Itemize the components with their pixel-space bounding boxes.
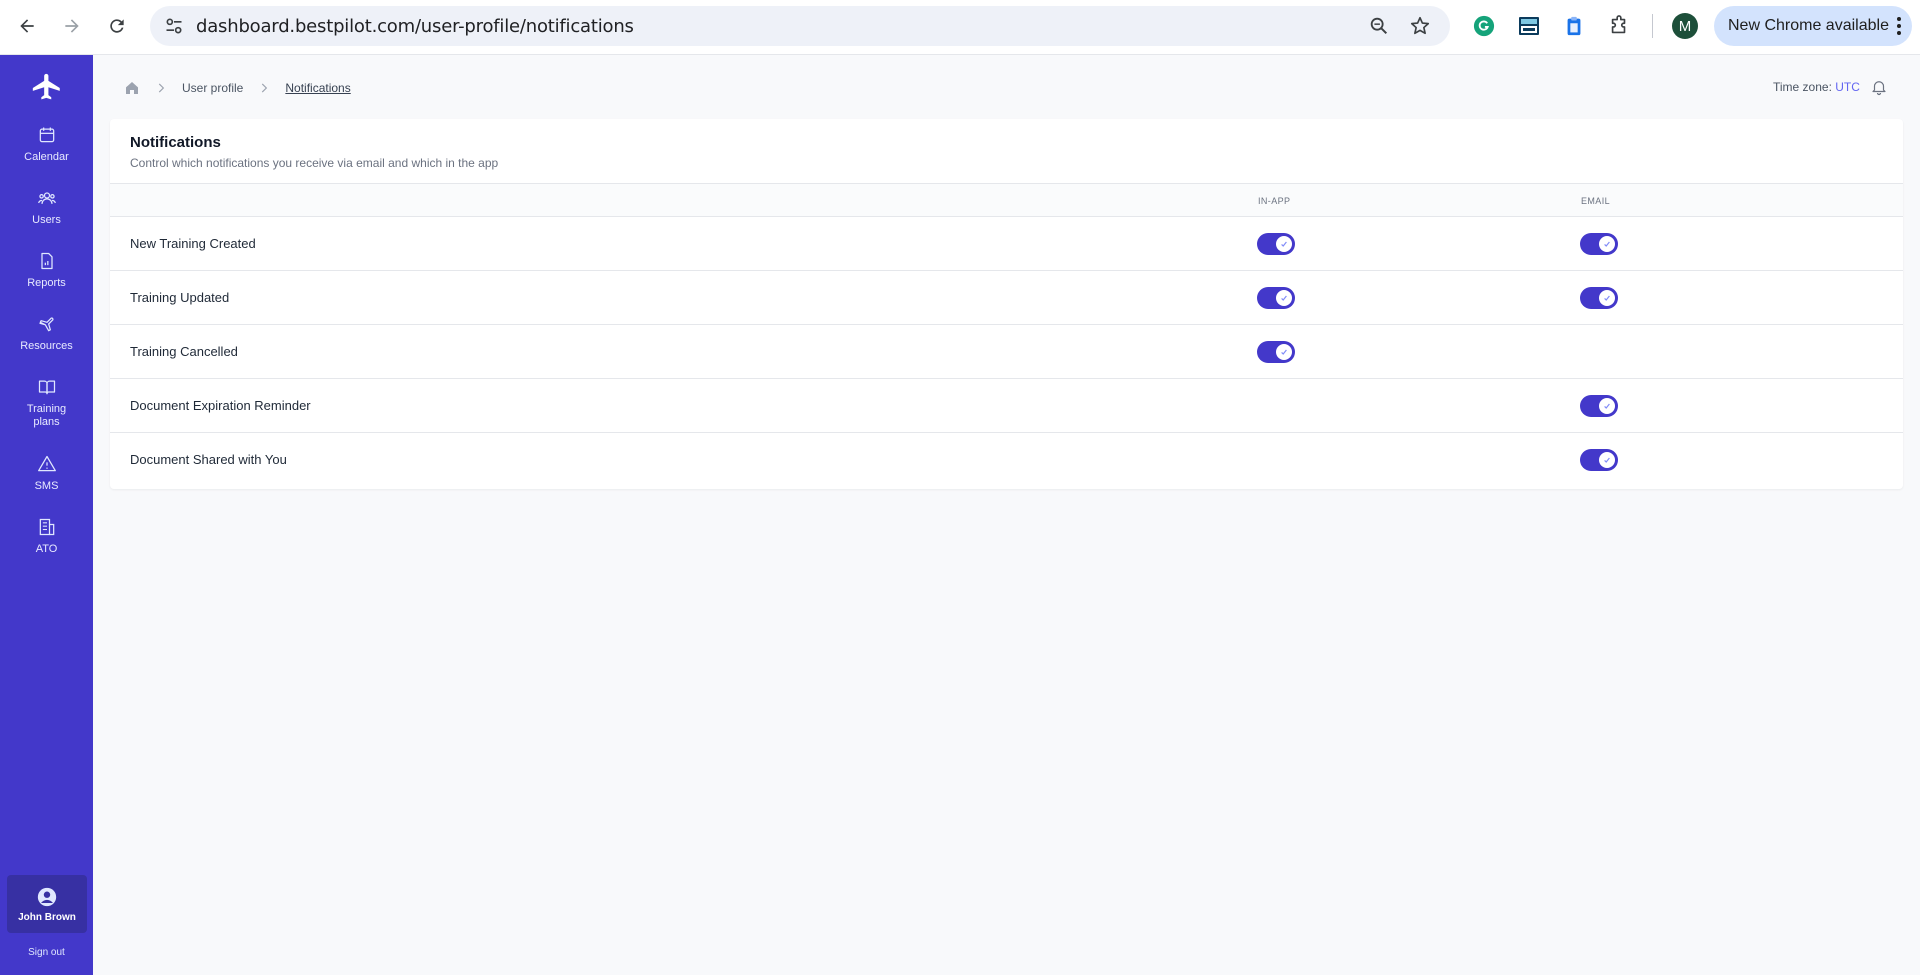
card-title: Notifications [130,134,221,151]
timezone-value[interactable]: UTC [1835,80,1860,94]
breadcrumb: User profile Notifications [124,79,351,97]
building-icon [39,518,54,536]
toggle-inapp-training-cancelled[interactable] [1257,341,1295,363]
sidebar-item-label: Resources [20,340,73,352]
check-icon [1604,457,1610,463]
reload-button[interactable] [103,12,131,40]
toggle-email-new-training-created[interactable] [1580,233,1618,255]
sidebar-item-label: Users [32,214,61,226]
user-avatar-icon [37,887,57,906]
url-text: dashboard.bestpilot.com/user-profile/not… [196,16,634,37]
sidebar-item-label: SMS [34,480,59,492]
sidebar-item-label: ATO [35,543,58,555]
table-row: Document Expiration Reminder [110,378,1903,432]
toggle-knob [1599,452,1615,468]
news-extension-button[interactable] [1516,13,1542,39]
toggle-knob [1276,344,1292,360]
grammarly-icon [1473,15,1495,37]
toggle-email-document-shared-with-you[interactable] [1580,449,1618,471]
zoom-icon[interactable] [1368,15,1390,37]
check-icon [1604,403,1610,409]
address-bar[interactable]: dashboard.bestpilot.com/user-profile/not… [150,6,1450,46]
notifications-card: Notifications Control which notification… [110,119,1903,489]
notification-label: Training Updated [130,290,230,305]
toggle-email-document-expiration-reminder[interactable] [1580,395,1618,417]
clipboard-extension-button[interactable] [1561,13,1587,39]
table-header: IN-APP EMAIL [110,183,1903,216]
toggle-knob [1276,290,1292,306]
profile-avatar[interactable]: M [1672,13,1698,39]
toggle-email-training-updated[interactable] [1580,287,1618,309]
reload-icon [110,19,124,33]
toolbar-divider [1652,14,1653,38]
more-vert-icon [1897,17,1901,35]
calendar-icon [39,127,54,143]
check-icon [1281,349,1287,355]
sidebar-item-training-plans[interactable]: Training plans [0,377,93,429]
toggle-knob [1599,236,1615,252]
notification-label: New Training Created [130,236,256,251]
toggle-inapp-new-training-created[interactable] [1257,233,1295,255]
toggle-knob [1599,290,1615,306]
check-icon [1281,295,1287,301]
chevron-right-icon [262,83,268,93]
site-settings-icon[interactable] [164,16,184,36]
check-icon [1604,241,1610,247]
sidebar: Calendar Users Reports Resources Trainin… [0,55,93,975]
sidebar-item-ato[interactable]: ATO [0,517,93,556]
browser-toolbar: dashboard.bestpilot.com/user-profile/not… [0,0,1920,55]
book-icon [38,380,55,395]
table-row: Document Shared with You [110,432,1903,486]
notification-label: Document Expiration Reminder [130,398,311,413]
user-name: John Brown [18,911,76,923]
grammarly-extension-button[interactable] [1471,13,1497,39]
forward-button[interactable] [58,12,86,40]
warning-icon [37,455,56,472]
news-icon [1519,17,1539,35]
clipboard-icon [1567,16,1581,36]
sidebar-item-label: Training plans [26,403,67,428]
toggle-inapp-training-updated[interactable] [1257,287,1295,309]
plane-logo-icon[interactable] [30,71,64,105]
puzzle-icon [1611,15,1626,34]
chrome-update-label: New Chrome available [1728,17,1889,34]
back-button[interactable] [13,12,41,40]
breadcrumb-notifications[interactable]: Notifications [285,81,350,95]
sidebar-item-sms[interactable]: SMS [0,454,93,493]
toggle-knob [1599,398,1615,414]
users-icon [37,192,56,204]
home-icon[interactable] [124,80,140,96]
chrome-update-button[interactable]: New Chrome available [1714,6,1912,46]
bell-icon[interactable] [1870,78,1888,96]
table-row: Training Cancelled [110,324,1903,378]
table-row: New Training Created [110,216,1903,270]
card-subtitle: Control which notifications you receive … [130,156,499,170]
arrow-left-icon [20,19,34,33]
arrow-right-icon [65,19,79,33]
sidebar-item-users[interactable]: Users [0,188,93,227]
column-header-inapp: IN-APP [1258,196,1291,206]
user-profile-card[interactable]: John Brown [7,875,87,933]
notification-label: Training Cancelled [130,344,238,359]
sidebar-item-reports[interactable]: Reports [0,251,93,290]
column-header-email: EMAIL [1581,196,1611,206]
chevron-right-icon [158,83,165,93]
breadcrumb-user-profile[interactable]: User profile [182,81,243,95]
extensions-button[interactable] [1606,13,1632,39]
star-icon[interactable] [1409,15,1431,37]
table-row: Training Updated [110,270,1903,324]
timezone-label: Time zone: [1773,80,1832,94]
toggle-knob [1276,236,1292,252]
report-icon [40,252,53,270]
sidebar-item-calendar[interactable]: Calendar [0,125,93,164]
notification-label: Document Shared with You [130,452,287,467]
plane-icon [38,317,54,332]
check-icon [1281,241,1287,247]
sidebar-item-resources[interactable]: Resources [0,314,93,353]
sidebar-item-label: Calendar [24,151,69,163]
timezone-indicator: Time zone: UTC [1773,80,1860,94]
check-icon [1604,295,1610,301]
sign-out-link[interactable]: Sign out [0,947,93,958]
sidebar-item-label: Reports [27,277,66,289]
